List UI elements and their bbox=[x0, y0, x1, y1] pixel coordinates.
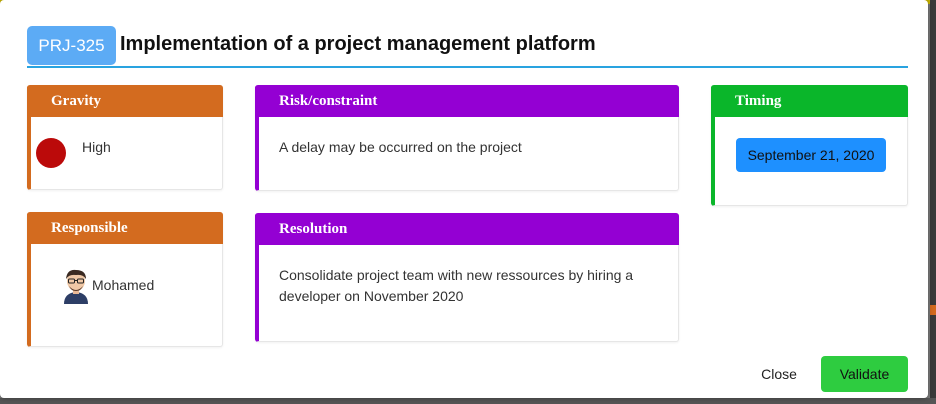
risk-card-heading: Risk/constraint bbox=[255, 85, 679, 117]
resolution-text: Consolidate project team with new ressou… bbox=[279, 267, 634, 304]
project-id-badge: PRJ-325 bbox=[27, 26, 116, 65]
resolution-card: Resolution Consolidate project team with… bbox=[255, 213, 679, 342]
responsible-card-heading: Responsible bbox=[27, 212, 223, 244]
validate-button[interactable]: Validate bbox=[821, 356, 908, 392]
modal-title: Implementation of a project management p… bbox=[120, 33, 596, 55]
gravity-level-dot bbox=[36, 138, 66, 168]
project-detail-modal: PRJ-325 Implementation of a project mana… bbox=[0, 0, 928, 398]
gravity-level-text: High bbox=[82, 139, 111, 155]
risk-constraint-card: Risk/constraint A delay may be occurred … bbox=[255, 85, 679, 191]
responsible-name: Mohamed bbox=[92, 277, 155, 293]
background-page-edge bbox=[930, 0, 936, 404]
modal-header: PRJ-325 Implementation of a project mana… bbox=[27, 26, 908, 68]
responsible-card: Responsible Mohamed bbox=[27, 212, 223, 347]
timing-date-pill: September 21, 2020 bbox=[736, 138, 886, 172]
background-page-bottom bbox=[0, 398, 936, 404]
timing-card-heading: Timing bbox=[711, 85, 908, 117]
timing-card: Timing September 21, 2020 bbox=[711, 85, 908, 206]
gravity-card-heading: Gravity bbox=[27, 85, 223, 117]
resolution-card-heading: Resolution bbox=[255, 213, 679, 245]
user-avatar-icon bbox=[61, 268, 91, 304]
close-button[interactable]: Close bbox=[750, 356, 808, 392]
gravity-card: Gravity High bbox=[27, 85, 223, 190]
background-mark bbox=[930, 305, 936, 315]
risk-text: A delay may be occurred on the project bbox=[279, 139, 522, 155]
